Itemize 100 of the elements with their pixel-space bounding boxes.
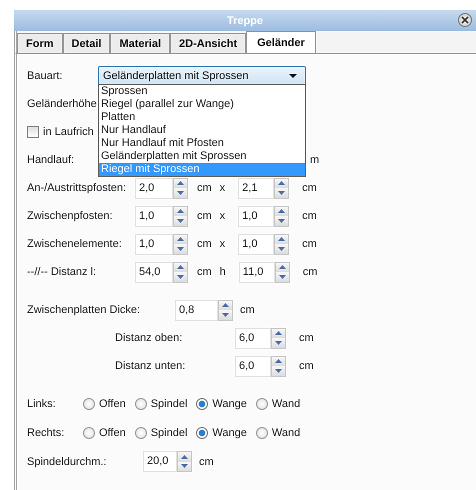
spin-up-button[interactable] [272, 328, 285, 338]
unit-label: cm [197, 238, 212, 250]
triangle-down-icon [278, 274, 286, 279]
triangle-up-icon [275, 359, 282, 364]
type-dropdown[interactable]: Geländerplatten mit Sprossen [98, 66, 306, 86]
radio-label: Offen [99, 398, 126, 410]
number-field[interactable]: 54,0 [135, 262, 173, 282]
field-label: --//-- Distanz l: [27, 266, 98, 278]
tab[interactable]: 2D-Ansicht [170, 33, 246, 53]
dropdown-option[interactable]: Geländerplatten mit Sprossen [99, 150, 305, 163]
unit-label: cm [299, 360, 314, 372]
spin-up-button[interactable] [219, 300, 232, 310]
spin-up-button[interactable] [275, 178, 288, 188]
radio-button[interactable] [196, 426, 208, 438]
number-field[interactable]: 1,0 [135, 234, 173, 254]
spin-up-button[interactable] [272, 356, 285, 366]
spin-down-button[interactable] [174, 216, 187, 226]
unit-label: cm [240, 304, 255, 316]
radio-button[interactable] [256, 426, 268, 438]
unit-label: cm [302, 210, 317, 222]
triangle-up-icon [275, 331, 282, 336]
triangle-down-icon [181, 464, 188, 468]
dropdown-option[interactable]: Platten [99, 111, 305, 124]
field-label: Handlauf: [27, 154, 76, 166]
radio-button[interactable] [196, 398, 208, 410]
radio-button[interactable] [256, 398, 268, 410]
unit-label: cm [197, 182, 212, 194]
spin-down-button[interactable] [174, 272, 187, 282]
number-field[interactable]: 1,0 [135, 206, 173, 226]
triangle-down-icon [222, 312, 229, 317]
field-label: Distanz oben: [114, 332, 184, 344]
number-field[interactable]: 1,0 [238, 206, 274, 226]
spin-down-button[interactable] [272, 366, 285, 376]
field-label: Zwischenelemente: [27, 238, 123, 250]
spin-down-button[interactable] [219, 310, 232, 320]
number-field[interactable]: 11,0 [238, 262, 275, 282]
radio-button[interactable] [83, 426, 95, 438]
spin-up-button[interactable] [174, 234, 187, 244]
unit-label: cm [197, 266, 212, 278]
checkbox[interactable] [27, 126, 39, 138]
number-field[interactable]: 6,0 [235, 328, 271, 348]
radio-button[interactable] [134, 398, 147, 410]
field-label: Zwischenpfosten: [27, 210, 114, 222]
spin-up-button[interactable] [275, 234, 288, 244]
triangle-down-icon [177, 274, 184, 279]
caret-icon [289, 74, 297, 78]
number-field[interactable]: 2,0 [135, 178, 173, 198]
radio-button[interactable] [134, 426, 147, 438]
number-field[interactable]: 1,0 [238, 234, 274, 254]
spin-down-button[interactable] [275, 188, 288, 198]
number-field[interactable]: 20,0 [143, 451, 177, 472]
radio-label: Spindel [150, 426, 188, 438]
spin-down-button[interactable] [272, 338, 285, 348]
spin-down-button[interactable] [275, 216, 288, 226]
number-field[interactable]: 6,0 [235, 356, 271, 376]
triangle-down-icon [278, 246, 286, 251]
number-field[interactable]: 0,8 [175, 300, 218, 320]
unit-label: cm [199, 456, 214, 468]
spin-down-button[interactable] [174, 188, 187, 198]
triangle-down-icon [177, 246, 184, 251]
close-icon [461, 16, 469, 24]
field-label: Distanz unten: [114, 360, 186, 372]
spin-down-button[interactable] [275, 244, 288, 254]
close-button[interactable] [458, 13, 472, 27]
tab[interactable]: Form [17, 33, 62, 53]
radio-label: Wand [272, 426, 300, 438]
spin-down-button[interactable] [276, 272, 289, 282]
spin-up-button[interactable] [174, 206, 187, 216]
tab[interactable]: Geländer [246, 31, 316, 53]
triangle-up-icon [278, 265, 286, 270]
triangle-up-icon [278, 237, 286, 242]
field-label: Geländerhöhe [27, 98, 98, 110]
radio-button[interactable] [83, 398, 95, 410]
field-label: Bauart: [27, 70, 64, 82]
spin-down-button[interactable] [174, 244, 187, 254]
spin-up-button[interactable] [174, 262, 187, 272]
spin-up-button[interactable] [178, 452, 191, 462]
triangle-up-icon [177, 265, 184, 270]
triangle-down-icon [278, 218, 286, 223]
triangle-up-icon [181, 454, 188, 459]
dropdown-option[interactable]: Nur Handlauf [99, 124, 305, 137]
spin-up-button[interactable] [276, 262, 289, 272]
spin-up-button[interactable] [275, 206, 288, 216]
dropdown-option[interactable]: Riegel (parallel zur Wange) [99, 98, 305, 111]
radio-label: Wange [212, 426, 247, 438]
triangle-down-icon [275, 368, 282, 373]
checkbox-label: in Laufrich [43, 126, 94, 138]
field-label: An-/Austrittspfosten: [27, 182, 128, 194]
tab[interactable]: Detail [62, 33, 110, 53]
tab[interactable]: Material [110, 33, 170, 53]
unit-label: cm [299, 332, 314, 344]
separator-label: x [220, 210, 226, 222]
dropdown-option[interactable]: Nur Handlauf mit Pfosten [99, 137, 305, 150]
field-label: Zwischenplatten Dicke: [27, 304, 142, 316]
radio-label: Wange [212, 398, 247, 410]
unit-label: cm [197, 210, 212, 222]
triangle-up-icon [278, 209, 286, 214]
spin-up-button[interactable] [174, 178, 187, 188]
dropdown-option[interactable]: Sprossen [99, 85, 305, 98]
number-field[interactable]: 2,1 [238, 178, 274, 198]
